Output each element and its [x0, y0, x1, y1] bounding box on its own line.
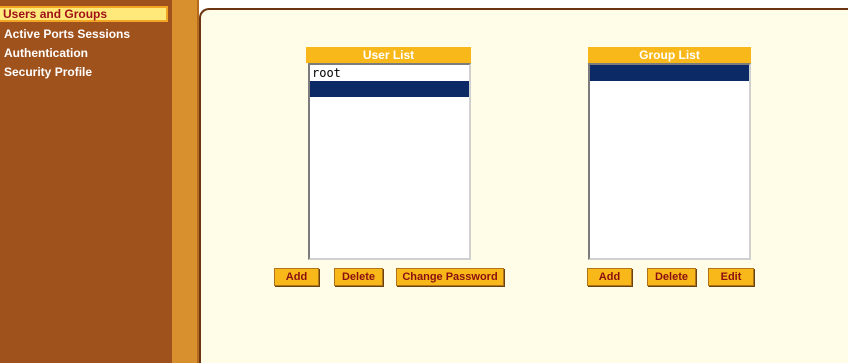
group-delete-button[interactable]: Delete: [647, 268, 696, 286]
group-add-button[interactable]: Add: [587, 268, 632, 286]
sidebar-item-users-and-groups[interactable]: Users and Groups: [0, 6, 168, 22]
user-add-button[interactable]: Add: [274, 268, 319, 286]
group-edit-button[interactable]: Edit: [708, 268, 754, 286]
change-password-button[interactable]: Change Password: [396, 268, 504, 286]
group-listbox[interactable]: [588, 63, 751, 260]
sidebar-item-authentication[interactable]: Authentication: [0, 45, 88, 61]
user-list-item-selected[interactable]: [310, 81, 469, 97]
sidebar-item-active-ports-sessions[interactable]: Active Ports Sessions: [0, 26, 130, 42]
user-list-item-root[interactable]: root: [310, 65, 469, 81]
sidebar-item-security-profile[interactable]: Security Profile: [0, 64, 92, 80]
sidebar-divider: [172, 0, 197, 363]
sidebar: Users and Groups Active Ports Sessions A…: [0, 0, 172, 363]
group-list-title: Group List: [588, 47, 751, 63]
user-list-title: User List: [306, 47, 471, 63]
user-delete-button[interactable]: Delete: [334, 268, 383, 286]
group-list-item-selected[interactable]: [590, 65, 749, 81]
main-panel: User List root Add Delete Change Passwor…: [199, 8, 848, 363]
user-listbox[interactable]: root: [308, 63, 471, 260]
